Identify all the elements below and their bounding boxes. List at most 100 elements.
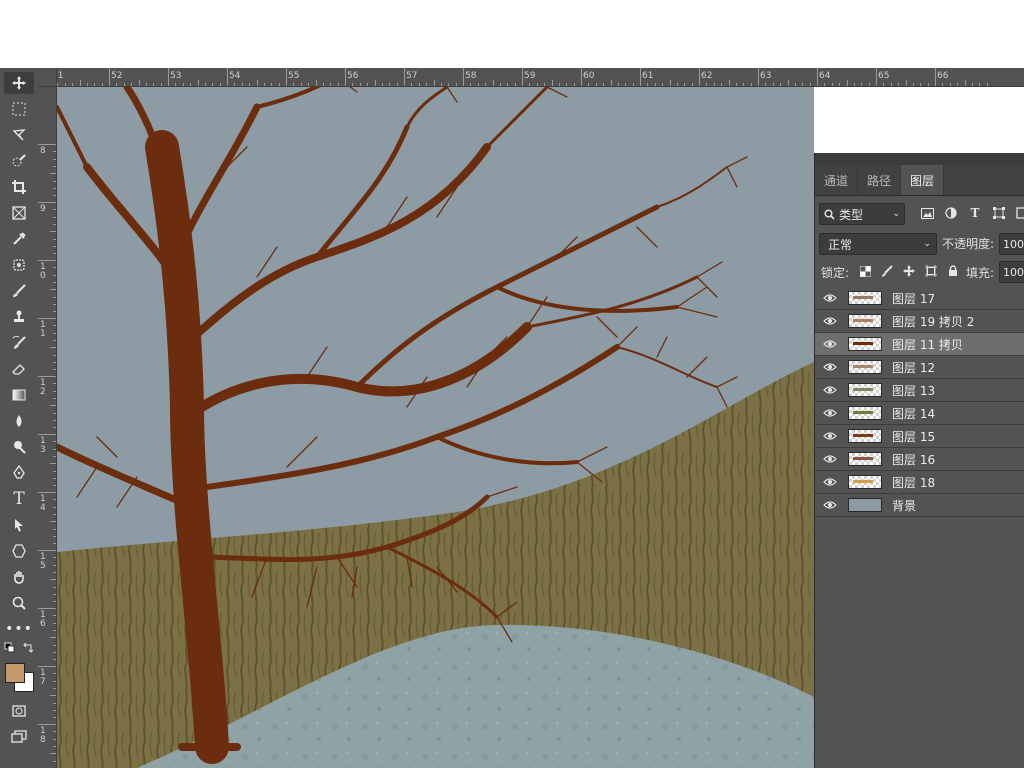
layer-name[interactable]: 图层 13	[892, 382, 935, 399]
shape-filter-icon[interactable]	[991, 205, 1007, 221]
history-brush-icon[interactable]	[4, 332, 34, 354]
blur-icon[interactable]	[4, 410, 34, 432]
path-select-icon[interactable]	[4, 514, 34, 536]
crop-icon[interactable]	[4, 176, 34, 198]
layer-thumbnail[interactable]	[848, 314, 882, 328]
lock-position-icon[interactable]	[901, 263, 917, 279]
visibility-eye-icon[interactable]	[815, 316, 845, 326]
layer-row[interactable]: 图层 19 拷贝 2	[815, 310, 1024, 333]
layer-thumbnail[interactable]	[848, 406, 882, 420]
zoom-icon[interactable]	[4, 592, 34, 614]
ruler-minor-tick	[234, 83, 236, 86]
hand-icon[interactable]	[4, 566, 34, 588]
layer-row[interactable]: 图层 15	[815, 425, 1024, 448]
image-filter-icon[interactable]	[919, 205, 935, 221]
layer-name[interactable]: 图层 12	[892, 359, 935, 376]
visibility-eye-icon[interactable]	[815, 362, 845, 372]
visibility-eye-icon[interactable]	[815, 431, 845, 441]
ruler-origin[interactable]	[38, 68, 57, 87]
layer-row[interactable]: 图层 11 拷贝	[815, 333, 1024, 356]
swap-colors-icon[interactable]	[22, 642, 34, 654]
layer-thumbnail[interactable]	[848, 498, 882, 512]
ruler-minor-tick	[536, 83, 538, 86]
visibility-eye-icon[interactable]	[815, 339, 845, 349]
layer-row[interactable]: 图层 13	[815, 379, 1024, 402]
layer-thumbnail[interactable]	[848, 452, 882, 466]
layer-thumbnail[interactable]	[848, 360, 882, 374]
layer-row[interactable]: 图层 14	[815, 402, 1024, 425]
ruler-minor-tick	[123, 83, 125, 86]
quick-mask-icon[interactable]	[4, 700, 34, 722]
visibility-eye-icon[interactable]	[815, 293, 845, 303]
type-tool-icon[interactable]: T	[4, 488, 34, 510]
layer-name[interactable]: 图层 19 拷贝 2	[892, 313, 974, 330]
ruler-minor-tick	[898, 83, 900, 86]
layer-thumbnail[interactable]	[848, 383, 882, 397]
type-filter-icon[interactable]: T	[967, 205, 983, 221]
more-tools-icon[interactable]: •••	[4, 618, 34, 640]
layer-row[interactable]: 图层 17	[815, 287, 1024, 310]
ruler-minor-tick	[53, 543, 56, 545]
visibility-eye-icon[interactable]	[815, 408, 845, 418]
lasso-icon[interactable]	[4, 124, 34, 146]
horizontal-ruler[interactable]: 51 52 53 54 55 56 57 58 59 60 61 62 63 64 65 66	[38, 68, 1024, 87]
vertical-ruler[interactable]: 8 9 1 0 1 1 1 2 1 3 1 4 1 5 1 6 1 7 1 8	[38, 86, 57, 768]
eyedropper-icon[interactable]	[4, 228, 34, 250]
layer-name[interactable]: 图层 15	[892, 428, 935, 445]
blend-mode-select[interactable]: 正常 ⌄	[819, 233, 937, 255]
layer-name[interactable]: 图层 18	[892, 474, 935, 491]
layer-thumbnail[interactable]	[848, 291, 882, 305]
lock-artboard-icon[interactable]	[923, 263, 939, 279]
frame-icon[interactable]	[4, 202, 34, 224]
layer-filter-select[interactable]: 类型 ⌄	[819, 203, 905, 225]
move-tool-icon[interactable]	[4, 72, 34, 94]
shape-icon[interactable]	[4, 540, 34, 562]
gradient-icon[interactable]	[4, 384, 34, 406]
fill-field[interactable]: 100%	[999, 261, 1024, 283]
default-colors-icon[interactable]	[4, 642, 16, 654]
layer-thumbnail[interactable]	[848, 337, 882, 351]
lock-transparent-pixels-icon[interactable]	[857, 263, 873, 279]
visibility-eye-icon[interactable]	[815, 454, 845, 464]
adjustment-filter-icon[interactable]	[943, 205, 959, 221]
visibility-eye-icon[interactable]	[815, 477, 845, 487]
tab-layers[interactable]: 图层	[901, 165, 945, 195]
smart-object-filter-icon[interactable]	[1013, 205, 1024, 221]
visibility-eye-icon[interactable]	[815, 385, 845, 395]
layer-name[interactable]: 背景	[892, 497, 916, 514]
lock-image-pixels-icon[interactable]	[879, 263, 895, 279]
visibility-eye-icon[interactable]	[815, 500, 845, 510]
dodge-icon[interactable]	[4, 436, 34, 458]
layer-name[interactable]: 图层 16	[892, 451, 935, 468]
layer-thumbnail[interactable]	[848, 429, 882, 443]
clone-stamp-icon[interactable]	[4, 306, 34, 328]
layer-row[interactable]: 图层 12	[815, 356, 1024, 379]
pen-icon[interactable]	[4, 462, 34, 484]
layer-name[interactable]: 图层 17	[892, 290, 935, 307]
tab-paths[interactable]: 路径	[858, 165, 902, 195]
quick-select-icon[interactable]	[4, 150, 34, 172]
foreground-color-swatch[interactable]	[5, 663, 25, 683]
lock-all-icon[interactable]	[945, 263, 961, 279]
layer-row[interactable]: 图层 16	[815, 448, 1024, 471]
screen-mode-icon[interactable]	[4, 726, 34, 748]
panel-header-bar[interactable]	[815, 153, 1024, 165]
tab-channels[interactable]: 通道	[815, 165, 859, 195]
ruler-minor-tick	[647, 83, 649, 86]
layer-row[interactable]: 图层 18	[815, 471, 1024, 494]
ruler-minor-tick	[53, 448, 56, 450]
eraser-icon[interactable]	[4, 358, 34, 380]
ruler-minor-tick	[53, 738, 56, 740]
healing-brush-icon[interactable]	[4, 254, 34, 276]
layer-name[interactable]: 图层 11 拷贝	[892, 336, 963, 353]
layers-panel: 通道 路径 图层 类型 ⌄ T 正常 ⌄ 不透明度: 100% 锁定:	[814, 153, 1024, 768]
layer-row[interactable]: 背景	[815, 494, 1024, 517]
marquee-icon[interactable]	[4, 98, 34, 120]
document-canvas[interactable]	[57, 87, 814, 768]
opacity-field[interactable]: 100%	[999, 233, 1024, 255]
ruler-minor-tick	[713, 83, 715, 86]
layer-name[interactable]: 图层 14	[892, 405, 935, 422]
brush-icon[interactable]	[4, 280, 34, 302]
ruler-tick-label: 59	[524, 71, 536, 81]
layer-thumbnail[interactable]	[848, 475, 882, 489]
